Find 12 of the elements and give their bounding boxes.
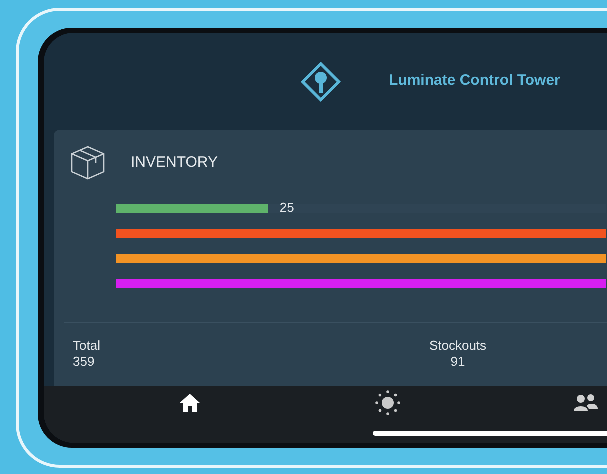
people-icon — [573, 393, 599, 413]
home-icon — [179, 393, 201, 413]
bar-value: 25 — [280, 200, 294, 216]
app-title: Luminate Control Tower — [389, 71, 560, 92]
card-title: INVENTORY — [131, 152, 218, 173]
stat-value: 359 — [73, 354, 95, 370]
stat-value: 91 — [450, 354, 466, 370]
stat-label: Total — [73, 338, 100, 354]
stat-label: Stockouts — [429, 338, 487, 354]
box-icon — [69, 144, 107, 182]
logo-icon — [301, 62, 341, 102]
sun-icon — [375, 390, 401, 416]
